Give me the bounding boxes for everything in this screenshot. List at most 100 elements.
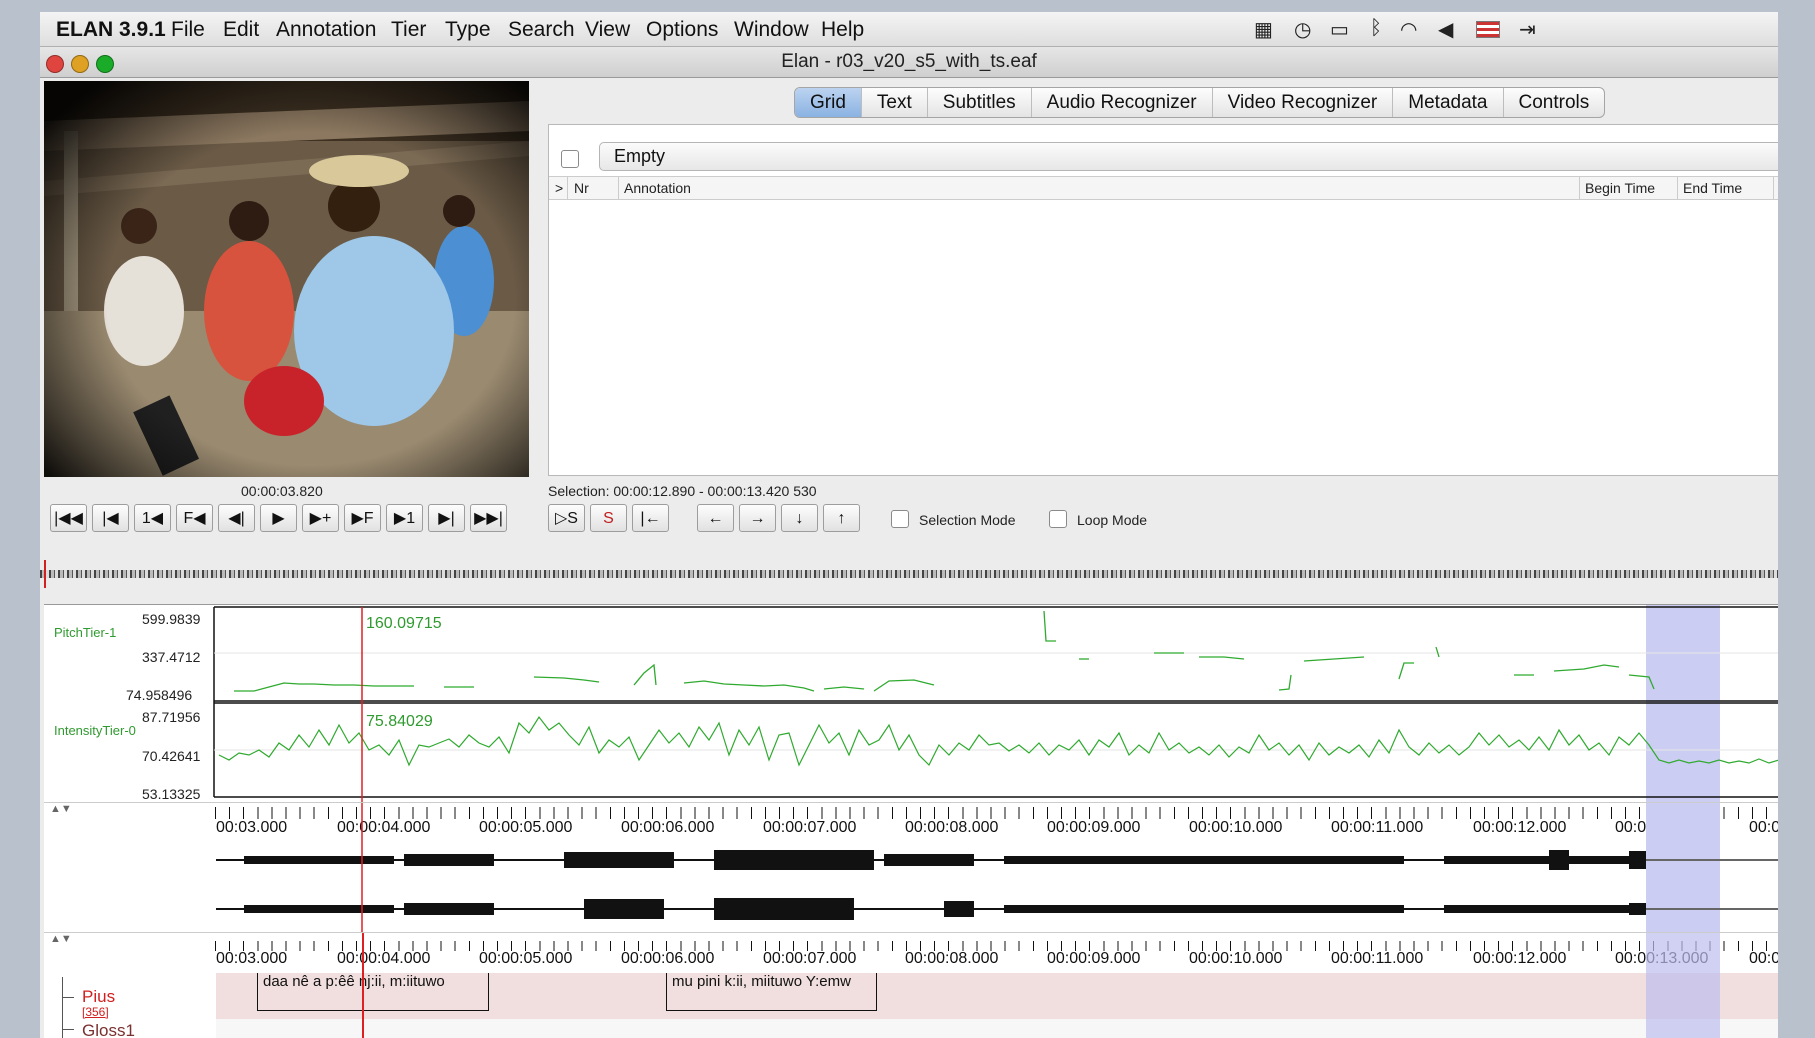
menu-annotation[interactable]: Annotation — [276, 18, 376, 42]
selection-label: Selection: 00:00:12.890 - 00:00:13.420 5… — [548, 483, 817, 499]
menu-bar: ELAN 3.9.1 File Edit Annotation Tier Typ… — [40, 12, 1778, 47]
column-annotation[interactable]: Annotation — [624, 180, 691, 196]
annotation-block[interactable]: daa nê a p:êê nj:ii, m:iituwo — [257, 973, 489, 1011]
viewer-tabs: Grid Text Subtitles Audio Recognizer Vid… — [794, 87, 1606, 118]
grid-header: > Nr Annotation Begin Time End Time D — [549, 176, 1778, 200]
timeseries-viewer[interactable]: PitchTier-1 599.9839 337.4712 74.958496 … — [44, 604, 1778, 803]
intensity-value: 75.84029 — [366, 713, 433, 730]
grid-checkbox[interactable] — [561, 150, 579, 168]
loop-mode-label: Loop Mode — [1077, 512, 1148, 528]
arrow-left-button[interactable]: ← — [697, 504, 734, 532]
annotation-block[interactable]: mu pini k:ii, miituwo Y:emw — [666, 973, 877, 1011]
bluetooth-icon[interactable]: ᛒ — [1370, 17, 1382, 40]
tier-name-gloss1[interactable]: Gloss1 — [82, 1021, 135, 1038]
tier-count: [356] — [82, 1005, 109, 1019]
selection-begin-button[interactable]: |← — [632, 504, 669, 532]
annotation-text: daa nê a p:êê nj:ii, m:iituwo — [263, 973, 445, 990]
menu-options[interactable]: Options — [646, 18, 718, 42]
go-to-begin-button[interactable]: |◀◀ — [50, 504, 87, 532]
tier-row-gloss1[interactable] — [216, 1019, 1778, 1038]
tick-label: 00:00:07.000 — [763, 950, 857, 967]
overview-ruler[interactable] — [40, 560, 1778, 590]
time-machine-icon[interactable]: ◷ — [1294, 17, 1311, 42]
tier-select-value: Empty — [614, 146, 666, 166]
tick-label: 00:00:06.000 — [621, 950, 715, 967]
selection-mode-checkbox[interactable] — [891, 510, 909, 528]
menu-search[interactable]: Search — [508, 18, 575, 42]
next-f-button[interactable]: ▶F — [344, 504, 381, 532]
previous-second-button[interactable]: 1◀ — [134, 504, 171, 532]
next-frame-button[interactable]: ▶| — [428, 504, 465, 532]
tick-label: 00:00:05.000 — [479, 950, 573, 967]
window-title: Elan - r03_v20_s5_with_ts.eaf — [781, 51, 1037, 72]
tab-grid[interactable]: Grid — [795, 88, 862, 117]
column-expand[interactable]: > — [555, 180, 563, 196]
tick-label: 00:00:12.000 — [1473, 950, 1567, 967]
annotation-text: mu pini k:ii, miituwo Y:emw — [672, 973, 851, 990]
tab-audio-recognizer[interactable]: Audio Recognizer — [1032, 88, 1213, 117]
tick-label: 00:00:09.000 — [1047, 950, 1141, 967]
menu-edit[interactable]: Edit — [223, 18, 259, 42]
play-selection-button[interactable]: ▷S — [548, 504, 585, 532]
video-frame — [44, 81, 529, 477]
menu-view[interactable]: View — [585, 18, 630, 42]
tick-label: 00:0 — [1749, 950, 1778, 967]
selection-region — [1646, 933, 1720, 1038]
arrow-right-button[interactable]: → — [739, 504, 776, 532]
resize-arrows-icon[interactable]: ▲▼ — [50, 933, 72, 945]
video-viewer[interactable] — [44, 81, 529, 477]
menu-help[interactable]: Help — [821, 18, 864, 42]
wifi-icon[interactable]: ◠ — [1400, 17, 1417, 42]
menu-window[interactable]: Window — [734, 18, 809, 42]
tier-select[interactable]: Empty — [599, 142, 1778, 171]
tab-metadata[interactable]: Metadata — [1393, 88, 1504, 117]
previous-frame-button[interactable]: |◀ — [92, 504, 129, 532]
previous-f-button[interactable]: F◀ — [176, 504, 213, 532]
column-end-time[interactable]: End Time — [1683, 180, 1742, 196]
tab-video-recognizer[interactable]: Video Recognizer — [1213, 88, 1394, 117]
column-nr[interactable]: Nr — [574, 180, 589, 196]
menu-tier[interactable]: Tier — [391, 18, 426, 42]
tier-name-pius[interactable]: Pius — [82, 987, 115, 1007]
menu-type[interactable]: Type — [445, 18, 491, 42]
window-title-bar: Elan - r03_v20_s5_with_ts.eaf — [40, 47, 1778, 78]
pitch-value: 160.09715 — [366, 615, 442, 632]
tab-text[interactable]: Text — [862, 88, 928, 117]
arrow-up-button[interactable]: ↑ — [823, 504, 860, 532]
tab-controls[interactable]: Controls — [1504, 88, 1605, 117]
next-second-button[interactable]: ▶1 — [386, 504, 423, 532]
tick-label: 00:00:11.000 — [1331, 950, 1424, 967]
waveform-channel-1 — [216, 850, 1778, 870]
selection-region — [1646, 605, 1720, 803]
timeline-viewer[interactable]: ▲▼ 00:03.000 00:00:04.000 00:00:05.000 0… — [44, 932, 1778, 1038]
battery-icon[interactable]: ⇥ — [1519, 17, 1536, 42]
flag-icon[interactable] — [1476, 21, 1500, 38]
pitch-curve — [234, 682, 414, 692]
waveform-channel-2 — [216, 898, 1778, 920]
timeseries-plot — [213, 605, 1778, 803]
crosshair-line — [362, 933, 364, 1038]
column-begin-time[interactable]: Begin Time — [1585, 180, 1655, 196]
app-menu[interactable]: ELAN 3.9.1 — [56, 18, 166, 42]
tick-label: 00:00:10.000 — [1189, 950, 1283, 967]
tick-label: 00:03.000 — [216, 950, 288, 967]
play-button[interactable]: ▶ — [260, 504, 297, 532]
tick-label: 00:00:08.000 — [905, 950, 999, 967]
menu-file[interactable]: File — [171, 18, 205, 42]
tab-subtitles[interactable]: Subtitles — [928, 88, 1032, 117]
go-to-end-button[interactable]: ▶▶| — [470, 504, 507, 532]
desktop: { "menubar": { "app": "ELAN 3.9.1", "ite… — [0, 0, 1815, 1038]
display-icon[interactable]: ▭ — [1330, 17, 1349, 42]
clear-selection-button[interactable]: S — [590, 504, 627, 532]
waveform-viewer[interactable]: ▲▼ 00:03.000 00:00:04.000 00:00:05.000 0… — [44, 802, 1778, 933]
overview-cursor[interactable] — [44, 560, 46, 588]
grid-panel: Empty > Nr Annotation Begin Time End Tim… — [548, 124, 1778, 476]
loop-mode-checkbox[interactable] — [1049, 510, 1067, 528]
tick-label: 00:00:04.000 — [337, 950, 431, 967]
next-step-button[interactable]: ▶+ — [302, 504, 339, 532]
media-time: 00:00:03.820 — [241, 483, 323, 499]
spaces-icon[interactable]: ▦ — [1254, 17, 1273, 42]
previous-step-button[interactable]: ◀| — [218, 504, 255, 532]
volume-icon[interactable]: ◀ — [1438, 17, 1453, 42]
arrow-down-button[interactable]: ↓ — [781, 504, 818, 532]
